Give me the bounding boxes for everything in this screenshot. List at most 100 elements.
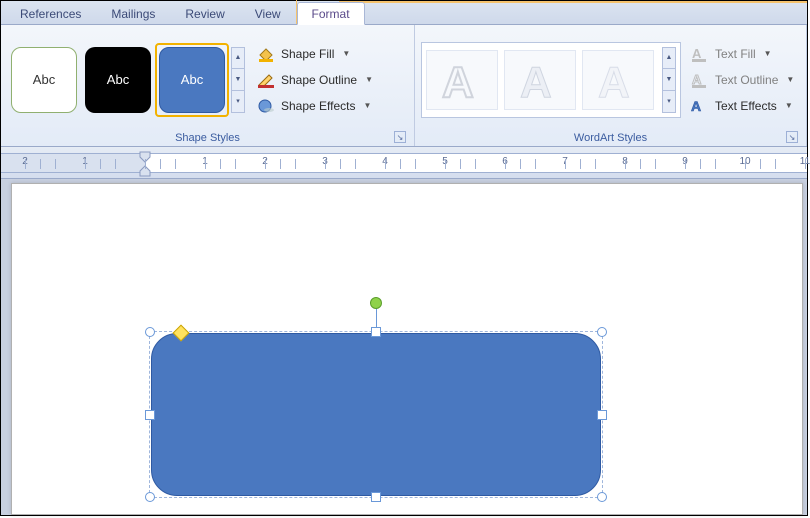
group-label-shape-styles: Shape Styles ↘ [7, 130, 408, 146]
resize-handle-top-mid[interactable] [371, 327, 381, 337]
ruler-tick [205, 159, 206, 169]
dropdown-icon: ▼ [764, 49, 772, 58]
svg-text:A: A [691, 98, 701, 114]
ruler-tick [745, 159, 746, 169]
horizontal-ruler[interactable]: 2 1 1 2 3 4 5 6 7 8 9 10 11 [1, 153, 807, 173]
resize-handle-mid-right[interactable] [597, 410, 607, 420]
dropdown-icon: ▼ [365, 75, 373, 84]
shape-style-preset-1[interactable]: Abc [11, 47, 77, 113]
gallery-expand[interactable]: ▾ [231, 91, 245, 113]
shape-effects-icon [257, 98, 275, 114]
text-outline-label: Text Outline [715, 73, 778, 87]
group-wordart-styles: A A A ▲ ▼ ▾ [415, 25, 807, 146]
ruler-tick [265, 159, 266, 169]
text-effects-icon: A [691, 98, 709, 114]
ruler-tick [295, 159, 296, 169]
ruler-tick [55, 159, 56, 169]
shape-style-selected-frame: Abc [155, 43, 229, 117]
ruler-tick [415, 159, 416, 169]
svg-text:A: A [692, 72, 702, 87]
ruler-tick [775, 159, 776, 169]
resize-handle-bottom-mid[interactable] [371, 492, 381, 502]
shape-style-menu-column: Shape Fill ▼ Shape Outline ▼ [253, 44, 377, 116]
tab-view[interactable]: View [240, 2, 296, 24]
shape-outline-label: Shape Outline [281, 73, 357, 87]
tab-review[interactable]: Review [170, 2, 239, 24]
wordart-gallery: A A A ▲ ▼ ▾ [421, 42, 681, 118]
ruler-tick [625, 159, 626, 169]
shape-styles-dialog-launcher[interactable]: ↘ [394, 131, 406, 143]
gallery-scroll-down[interactable]: ▼ [231, 69, 245, 91]
ruler-tick [640, 159, 641, 169]
ruler-tick [25, 159, 26, 169]
pencil-outline-icon [257, 72, 275, 88]
group-shape-styles: Abc Abc Abc ▲ ▼ ▾ [1, 25, 415, 146]
ruler-tick [580, 159, 581, 169]
dropdown-icon: ▼ [364, 101, 372, 110]
resize-handle-top-right[interactable] [597, 327, 607, 337]
rotate-handle[interactable] [370, 297, 382, 309]
ruler-tick [595, 159, 596, 169]
ruler-tick [115, 159, 116, 169]
tab-references[interactable]: References [5, 2, 96, 24]
ruler-tick [535, 159, 536, 169]
ruler-tick [160, 159, 161, 169]
ruler-tick [100, 159, 101, 169]
group-label-wordart-styles: WordArt Styles ↘ [421, 130, 800, 146]
shape-style-preset-3[interactable]: Abc [159, 47, 225, 113]
wordart-preset-2[interactable]: A [504, 50, 576, 110]
wordart-text-menu-column: A Text Fill ▼ A Text Outline ▼ [687, 44, 798, 116]
ruler-tick [655, 159, 656, 169]
dropdown-icon: ▼ [342, 49, 350, 58]
resize-handle-bottom-left[interactable] [145, 492, 155, 502]
horizontal-ruler-wrap: 2 1 1 2 3 4 5 6 7 8 9 10 11 [1, 147, 807, 179]
ruler-tick [760, 159, 761, 169]
shape-effects-button[interactable]: Shape Effects ▼ [253, 96, 377, 116]
paint-bucket-icon [257, 46, 275, 62]
shape-effects-label: Shape Effects [281, 99, 356, 113]
text-effects-button[interactable]: A Text Effects ▼ [687, 96, 798, 116]
ruler-tick [40, 159, 41, 169]
tab-format[interactable]: Format [297, 2, 365, 25]
ruler-tick [235, 159, 236, 169]
shape-style-preset-2[interactable]: Abc [85, 47, 151, 113]
ruler-tick [355, 159, 356, 169]
tab-mailings[interactable]: Mailings [96, 2, 170, 24]
ruler-tick [220, 159, 221, 169]
wordart-preset-3[interactable]: A [582, 50, 654, 110]
gallery-scroll-up[interactable]: ▲ [231, 47, 245, 69]
ruler-tick [565, 159, 566, 169]
ruler-tick [85, 159, 86, 169]
text-fill-button[interactable]: A Text Fill ▼ [687, 44, 798, 64]
ruler-tick [400, 159, 401, 169]
ruler-tick [700, 159, 701, 169]
ruler-tick [145, 159, 146, 169]
ruler-tick [445, 159, 446, 169]
resize-handle-mid-left[interactable] [145, 410, 155, 420]
selected-shape[interactable] [151, 333, 601, 496]
svg-text:A: A [520, 58, 552, 107]
wordart-styles-dialog-launcher[interactable]: ↘ [786, 131, 798, 143]
dropdown-icon: ▼ [785, 101, 793, 110]
resize-handle-bottom-right[interactable] [597, 492, 607, 502]
text-outline-icon: A [691, 72, 709, 88]
wordart-expand[interactable]: ▾ [662, 91, 676, 113]
ribbon-tabstrip: References Mailings Review View Format [1, 1, 807, 25]
shape-outline-button[interactable]: Shape Outline ▼ [253, 70, 377, 90]
wordart-scroll-up[interactable]: ▲ [662, 47, 676, 69]
ruler-tick [505, 159, 506, 169]
text-fill-label: Text Fill [715, 47, 756, 61]
ruler-tick [340, 159, 341, 169]
wordart-scroll-down[interactable]: ▼ [662, 69, 676, 91]
selection-outline [149, 331, 603, 498]
ribbon: Abc Abc Abc ▲ ▼ ▾ [1, 25, 807, 147]
wordart-gallery-spin: ▲ ▼ ▾ [662, 47, 676, 113]
ruler-tick [475, 159, 476, 169]
text-outline-button[interactable]: A Text Outline ▼ [687, 70, 798, 90]
ruler-tick [325, 159, 326, 169]
shape-fill-button[interactable]: Shape Fill ▼ [253, 44, 377, 64]
ruler-tick [385, 159, 386, 169]
resize-handle-top-left[interactable] [145, 327, 155, 337]
wordart-preset-1[interactable]: A [426, 50, 498, 110]
text-fill-icon: A [691, 46, 709, 62]
